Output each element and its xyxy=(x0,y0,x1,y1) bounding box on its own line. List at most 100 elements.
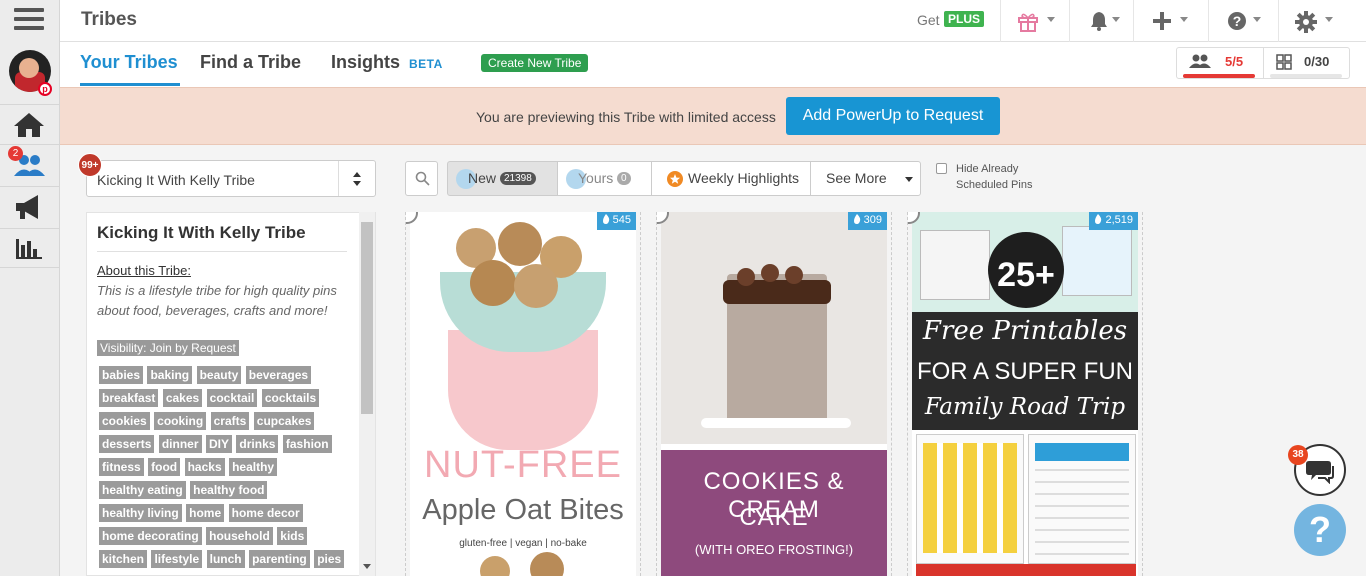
gear-icon xyxy=(1295,11,1317,33)
tribe-name: Kicking It With Kelly Tribe xyxy=(97,223,306,242)
tribe-select[interactable]: Kicking It With Kelly Tribe xyxy=(86,160,376,197)
tag[interactable]: cocktails xyxy=(261,389,320,407)
tag[interactable]: beverages xyxy=(245,366,312,384)
tag[interactable]: cupcakes xyxy=(253,412,315,430)
tribe-count-badge: 99+ xyxy=(78,153,102,177)
nav-promote[interactable] xyxy=(0,186,60,226)
hide-scheduled-label[interactable]: Hide Already Scheduled Pins xyxy=(956,161,1046,193)
tag[interactable]: kids xyxy=(277,527,308,545)
scroll-down-icon[interactable] xyxy=(363,564,371,569)
tag[interactable]: beauty xyxy=(196,366,242,384)
tab-your-tribes[interactable]: Your Tribes xyxy=(80,52,178,73)
grid-icon xyxy=(1276,54,1292,70)
search-button[interactable] xyxy=(405,161,438,196)
tag[interactable]: babies xyxy=(99,366,144,384)
pin-title-bottom: CAKE xyxy=(739,504,809,531)
tag[interactable]: household xyxy=(206,527,273,545)
pin-badge-text: 25+ xyxy=(997,256,1055,294)
gift-menu[interactable] xyxy=(1000,0,1066,42)
beta-badge: BETA xyxy=(409,57,443,71)
tag[interactable]: hacks xyxy=(184,458,225,476)
tribes-bar xyxy=(1270,74,1342,78)
tag[interactable]: cocktail xyxy=(206,389,258,407)
pin-card[interactable]: COOKIES & CREAM CAKE (WITH OREO FROSTING… xyxy=(656,212,892,576)
pin-subtitle: gluten-free | vegan | no-bake xyxy=(459,538,587,549)
about-heading: About this Tribe: xyxy=(97,263,191,278)
nav-insights[interactable] xyxy=(0,228,60,268)
tag[interactable]: fitness xyxy=(99,458,144,476)
tag[interactable]: DIY xyxy=(205,435,232,453)
tribes-counter[interactable]: 0/30 xyxy=(1263,48,1349,78)
info-scrollbar[interactable] xyxy=(359,212,375,576)
tag[interactable]: crafts xyxy=(210,412,250,430)
preview-banner: You are previewing this Tribe with limit… xyxy=(60,87,1366,145)
tag[interactable]: healthy eating xyxy=(99,481,186,499)
settings-menu[interactable] xyxy=(1278,0,1348,42)
filter-weekly-highlights[interactable]: Weekly Highlights xyxy=(651,161,811,196)
create-tribe-button[interactable]: Create New Tribe xyxy=(481,54,589,72)
tag[interactable]: healthy living xyxy=(99,504,182,522)
pin-title-bottom: Apple Oat Bites xyxy=(422,494,624,526)
filter-weekly-highlights-label: Weekly Highlights xyxy=(688,170,800,186)
pin-image[interactable]: NUT-FREE Apple Oat Bites gluten-free | v… xyxy=(410,212,636,576)
help-button[interactable]: ? xyxy=(1294,504,1346,556)
fire-icon xyxy=(602,214,609,224)
pin-title-top: NUT-FREE xyxy=(424,444,622,486)
tag[interactable]: cookies xyxy=(99,412,150,430)
gift-icon xyxy=(1018,13,1038,32)
tag[interactable]: food xyxy=(148,458,181,476)
help-menu[interactable]: ? xyxy=(1208,0,1274,42)
pin-card[interactable]: NUT-FREE Apple Oat Bites gluten-free | v… xyxy=(405,212,641,576)
tag[interactable]: cooking xyxy=(154,412,207,430)
tag[interactable]: breakfast xyxy=(99,389,159,407)
see-more-dropdown[interactable]: See More xyxy=(810,161,921,196)
tag[interactable]: drinks xyxy=(236,435,279,453)
hide-scheduled-checkbox[interactable] xyxy=(936,163,947,174)
filter-new[interactable]: New 21398 xyxy=(447,161,558,196)
tag[interactable]: kitchen xyxy=(99,550,148,568)
tag[interactable]: cakes xyxy=(162,389,203,407)
get-plus-text[interactable]: Get xyxy=(917,12,940,28)
tag[interactable]: pies xyxy=(314,550,345,568)
tab-insights[interactable]: Insights xyxy=(331,52,400,73)
tag[interactable]: fashion xyxy=(282,435,332,453)
pinterest-icon: p xyxy=(38,82,52,96)
svg-text:?: ? xyxy=(1233,13,1242,29)
tag[interactable]: healthy food xyxy=(190,481,268,499)
megaphone-icon xyxy=(16,195,38,219)
tag-list: babies baking beauty beverages breakfast… xyxy=(99,366,349,573)
add-powerup-button[interactable]: Add PowerUp to Request xyxy=(786,97,1000,135)
star-icon xyxy=(667,171,683,187)
tag[interactable]: desserts xyxy=(99,435,155,453)
plus-badge[interactable]: PLUS xyxy=(944,11,985,27)
notifications-menu[interactable] xyxy=(1069,0,1131,42)
tag[interactable]: home decorating xyxy=(99,527,202,545)
scrollbar-thumb[interactable] xyxy=(361,222,373,414)
tag[interactable]: parenting xyxy=(249,550,310,568)
tag[interactable]: lunch xyxy=(206,550,245,568)
tag[interactable]: home xyxy=(186,504,225,522)
add-menu[interactable] xyxy=(1133,0,1205,42)
pin-image[interactable]: COOKIES & CREAM CAKE (WITH OREO FROSTING… xyxy=(661,212,887,576)
tag[interactable]: healthy xyxy=(229,458,278,476)
nav-home[interactable] xyxy=(0,104,60,144)
bar-chart-icon xyxy=(16,239,42,259)
active-tab-indicator xyxy=(80,83,180,86)
members-counter[interactable]: 5/5 xyxy=(1177,48,1263,78)
filter-yours[interactable]: Yours 0 xyxy=(557,161,652,196)
pin-score-value: 309 xyxy=(863,214,882,226)
members-count: 5/5 xyxy=(1225,54,1244,69)
preview-message: You are previewing this Tribe with limit… xyxy=(476,109,776,125)
about-text: This is a lifestyle tribe for high quali… xyxy=(97,283,337,318)
see-more-label: See More xyxy=(826,170,887,186)
tag[interactable]: home decor xyxy=(228,504,303,522)
chevron-down-icon xyxy=(1325,17,1333,22)
pin-card[interactable]: 25+ Free Printables FOR A SUPER FUN Fami… xyxy=(907,212,1143,576)
tag[interactable]: baking xyxy=(147,366,193,384)
tab-find-a-tribe[interactable]: Find a Tribe xyxy=(200,52,301,73)
sort-arrows-icon xyxy=(353,172,361,186)
pin-image[interactable]: 25+ Free Printables FOR A SUPER FUN Fami… xyxy=(912,212,1138,576)
tag[interactable]: dinner xyxy=(158,435,202,453)
tag[interactable]: lifestyle xyxy=(151,550,203,568)
menu-icon[interactable] xyxy=(14,8,44,34)
